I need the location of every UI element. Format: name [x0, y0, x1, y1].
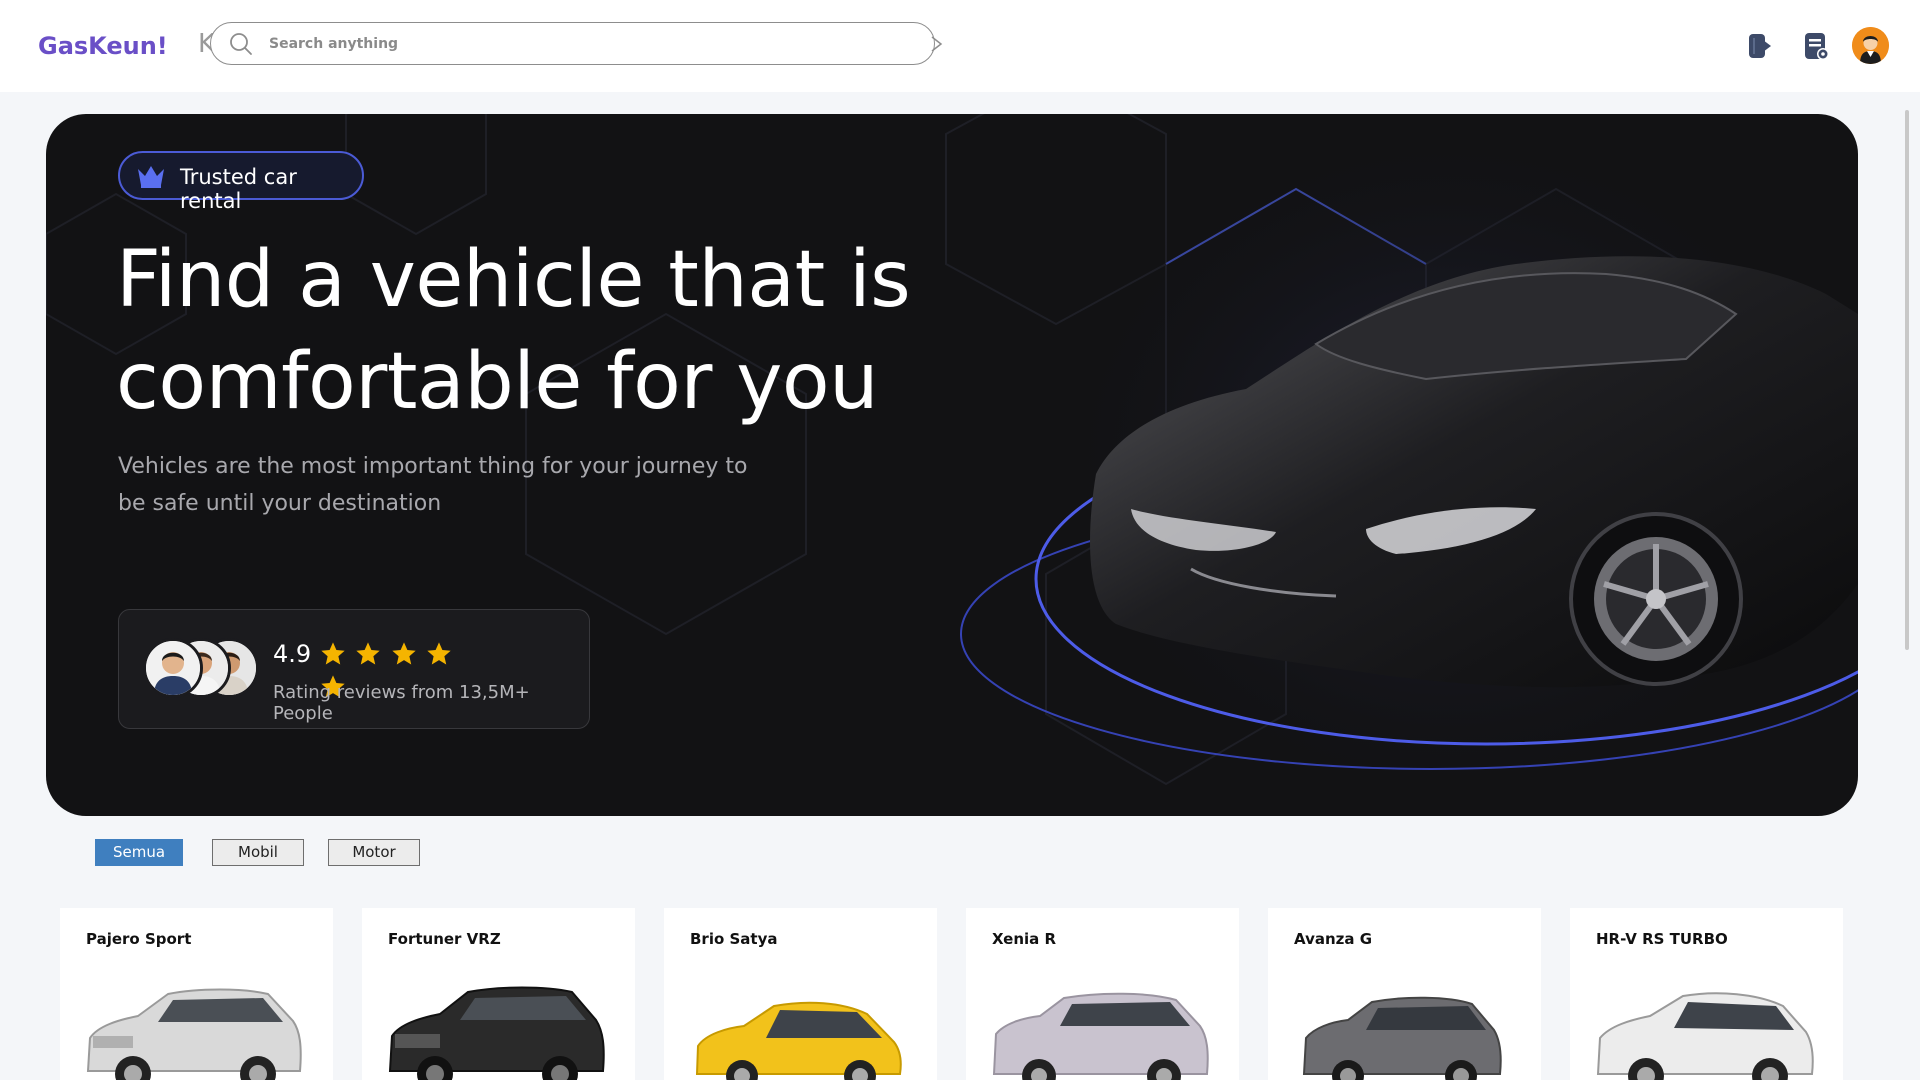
top-header: GasKeun! K — [0, 0, 1920, 92]
vehicle-image — [86, 988, 302, 1080]
vehicle-name: Pajero Sport — [86, 930, 192, 948]
vehicle-name: Xenia R — [992, 930, 1057, 948]
badge-label: Trusted car rental — [180, 165, 297, 213]
page-scrollbar[interactable] — [1903, 110, 1913, 1080]
brand-logo[interactable]: GasKeun! — [38, 32, 168, 60]
star-icon — [392, 642, 416, 665]
user-avatar[interactable] — [1852, 27, 1889, 64]
hero-title: Find a vehicle that is comfortable for y… — [116, 235, 911, 427]
vehicle-image — [1596, 992, 1814, 1080]
filter-motor-button[interactable]: Motor — [328, 839, 420, 866]
document-settings-icon[interactable] — [1800, 30, 1832, 62]
vehicle-card[interactable]: HR-V RS TURBO — [1570, 908, 1843, 1080]
reviewer-avatar-1 — [143, 638, 203, 698]
trusted-badge: Trusted car rental — [118, 151, 364, 213]
vehicle-card[interactable]: Brio Satya — [664, 908, 937, 1080]
star-icon — [427, 642, 452, 665]
vehicle-name: Fortuner VRZ — [388, 930, 501, 948]
vehicle-card[interactable]: Pajero Sport — [60, 908, 333, 1080]
rating-value: 4.9 — [273, 640, 312, 668]
vehicle-image — [992, 992, 1209, 1080]
search-bar: K — [198, 22, 943, 65]
vehicle-card[interactable]: Fortuner VRZ — [362, 908, 635, 1080]
star-icon — [356, 642, 381, 665]
filter-mobil-button[interactable]: Mobil — [212, 839, 304, 866]
search-box[interactable] — [210, 22, 935, 65]
vehicle-image — [1302, 996, 1502, 1080]
vehicle-card[interactable]: Avanza G — [1268, 908, 1541, 1080]
rating-stars — [318, 640, 488, 698]
star-icon — [321, 642, 345, 665]
vehicle-image — [695, 1001, 902, 1080]
crown-icon — [138, 166, 164, 188]
hero-description: Vehicles are the most important thing fo… — [118, 454, 748, 516]
filter-semua-button[interactable]: Semua — [95, 839, 183, 866]
vehicle-name: Brio Satya — [690, 930, 778, 948]
vehicle-card[interactable]: Xenia R — [966, 908, 1239, 1080]
vehicle-name: Avanza G — [1294, 930, 1373, 948]
rating-card: 4.9 Rating reviews from 13,5M+ People — [118, 609, 590, 729]
search-input[interactable] — [269, 32, 869, 56]
reviewer-avatars — [143, 638, 263, 700]
vehicle-name: HR-V RS TURBO — [1596, 930, 1728, 948]
rating-caption: Rating reviews from 13,5M+ People — [273, 682, 530, 724]
scrollbar-thumb[interactable] — [1905, 110, 1909, 650]
search-tail-chevron — [931, 36, 943, 52]
vehicle-image — [388, 986, 605, 1080]
avatar-person-icon — [1852, 27, 1889, 64]
search-icon — [230, 33, 252, 55]
hero-banner: Trusted car rental Find a vehicle that i… — [46, 114, 1858, 816]
logout-icon[interactable] — [1745, 30, 1777, 62]
